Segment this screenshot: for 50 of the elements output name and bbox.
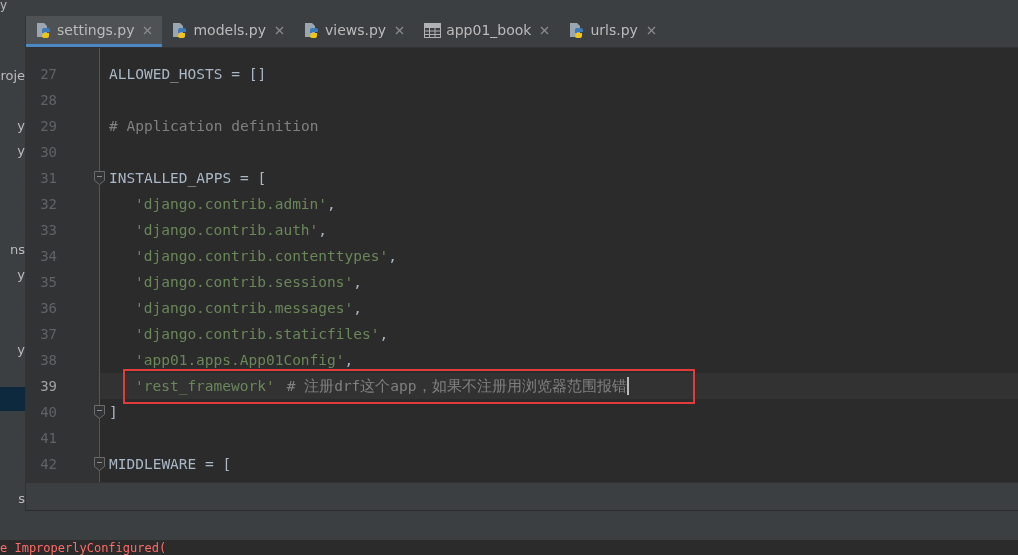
string-literal: 'django.contrib.messages': [135, 300, 354, 316]
code-text: ,: [388, 248, 397, 264]
string-literal: 'app01.apps.App01Config': [135, 352, 345, 368]
code-text: MIDDLEWARE = [: [109, 456, 232, 472]
code-text: ,: [353, 274, 362, 290]
code-comment: # Application definition: [109, 118, 319, 134]
code-text: ,: [344, 352, 354, 368]
close-icon[interactable]: [274, 25, 284, 35]
code-text: ]: [109, 404, 118, 420]
console-error-text: e ImproperlyConfigured(: [0, 540, 167, 555]
code-text: ,: [318, 222, 328, 238]
text-caret: [626, 377, 629, 395]
code-text: INSTALLED_APPS = [: [109, 170, 267, 186]
code-text: ,: [353, 300, 362, 316]
close-icon[interactable]: [646, 25, 656, 35]
table-icon: [424, 22, 442, 38]
python-file-icon: [36, 21, 52, 39]
string-literal: 'django.contrib.staticfiles': [135, 326, 380, 342]
code-comment: # 注册drf这个app，如果不注册用浏览器范围报错: [286, 376, 627, 396]
fold-marker-icon[interactable]: [94, 457, 105, 471]
tree-item[interactable]: y: [17, 341, 25, 357]
tree-item[interactable]: ns: [10, 242, 25, 258]
editor-tab[interactable]: settings.py: [26, 16, 163, 47]
editor-tab[interactable]: views.py: [293, 16, 415, 47]
tree-item[interactable]: s: [18, 491, 25, 507]
close-icon[interactable]: [143, 25, 153, 35]
tree-item[interactable]: y: [17, 142, 25, 158]
fold-marker-icon[interactable]: [94, 405, 105, 419]
fold-marker-icon[interactable]: [94, 171, 105, 185]
python-file-icon: [303, 21, 320, 39]
string-literal: 'rest_framework': [135, 378, 275, 394]
editor-tab[interactable]: urls.py: [559, 16, 666, 47]
window-title: y: [0, 0, 8, 10]
tree-item[interactable]: y: [17, 117, 25, 133]
line-number: 39: [39, 378, 57, 394]
string-literal: 'django.contrib.auth': [135, 222, 319, 238]
string-literal: 'django.contrib.sessions': [135, 274, 354, 290]
string-literal: 'django.contrib.admin': [135, 196, 328, 212]
code-text: ,: [327, 196, 336, 212]
code-text: ,: [379, 326, 389, 342]
tree-item[interactable]: roje: [0, 67, 25, 83]
editor-tab[interactable]: app01_book: [414, 16, 560, 47]
editor-tab[interactable]: models.py: [162, 16, 294, 47]
close-icon[interactable]: [395, 25, 405, 35]
tree-item[interactable]: y: [17, 267, 25, 283]
string-literal: 'django.contrib.contenttypes': [135, 248, 389, 264]
code-text: ALLOWED_HOSTS = []: [109, 66, 267, 82]
close-icon[interactable]: [540, 25, 550, 35]
python-file-icon: [172, 21, 189, 39]
python-file-icon: [569, 21, 586, 39]
